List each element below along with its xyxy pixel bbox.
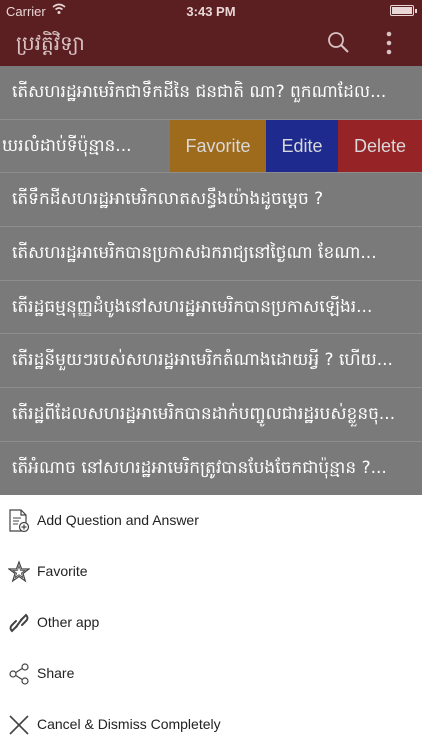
list-item[interactable]: តើទឹកដីសហរដ្ឋអាមេរិកលាតសន្ធឹងយ៉ាងដូចម្តេ… [0, 173, 422, 228]
list-item[interactable]: តើរដ្ឋធម្មនុញ្ញដំបូងនៅសហរដ្ឋអាមេរិកបានប្… [0, 280, 422, 335]
list-item[interactable]: តើរដ្ឋនីមួយៗរបស់សហរដ្ឋអាមេរិកតំណាងដោយអ្វ… [0, 334, 422, 389]
status-bar: Carrier 3:43 PM [0, 0, 422, 22]
question-text: តើអំណាច នៅសហរដ្ឋអាមេរិកត្រូវបានបែងចែកជាប… [12, 457, 387, 478]
question-text: តើទឹកដីសហរដ្ឋអាមេរិកលាតសន្ធឹងយ៉ាងដូចម្តេ… [12, 189, 324, 210]
list-item[interactable]: តើសហរដ្ឋអាមេរិកបានប្រកាសឯករាជ្យនៅថ្ងៃណា … [0, 227, 422, 281]
delete-button[interactable]: Delete [338, 119, 422, 173]
more-options-icon[interactable] [382, 30, 396, 56]
edit-button[interactable]: Edite [266, 119, 338, 173]
option-label: Other app [37, 614, 100, 630]
search-icon[interactable] [326, 30, 350, 54]
add-question-answer-option[interactable]: Add Question and Answer [0, 495, 422, 546]
clock: 3:43 PM [186, 4, 236, 19]
page-title: ប្រវត្តិវិទ្យា [16, 31, 85, 55]
list-item[interactable]: តើរដ្ឋពីដែលសហរដ្ឋអាមេរិកបានដាក់បញ្ចូលជារ… [0, 388, 422, 442]
question-text: តើរដ្ឋធម្មនុញ្ញដំបូងនៅសហរដ្ឋអាមេរិកបានប្… [12, 296, 373, 317]
star-icon [8, 560, 30, 583]
question-text: តើសហរដ្ឋអាមេរិកជាទឹកដីនៃ ជនជាតិ ណា? ពួកណ… [12, 82, 387, 102]
favorite-option[interactable]: Favorite [0, 546, 422, 597]
option-label: Add Question and Answer [37, 512, 199, 528]
option-label: Favorite [37, 563, 88, 579]
battery-icon [390, 5, 417, 16]
other-app-option[interactable]: Other app [0, 597, 422, 648]
question-text: តើរដ្ឋនីមួយៗរបស់សហរដ្ឋអាមេរិកតំណាងដោយអ្វ… [12, 350, 393, 371]
share-option[interactable]: Share [0, 648, 422, 699]
question-text: ឃរលំដាប់ទីប៉ុន្មាន... [2, 135, 132, 156]
list-item-swiped[interactable]: ឃរលំដាប់ទីប៉ុន្មាន... Favorite Edite Del… [0, 119, 422, 174]
list-item[interactable]: តើអំណាច នៅសហរដ្ឋអាមេរិកត្រូវបានបែងចែកជាប… [0, 441, 422, 496]
swipe-actions: Favorite Edite Delete [170, 119, 422, 173]
favorite-button[interactable]: Favorite [170, 119, 266, 173]
cancel-option[interactable]: Cancel & Dismiss Completely [0, 699, 422, 750]
option-label: Cancel & Dismiss Completely [37, 716, 221, 732]
question-text: តើសហរដ្ឋអាមេរិកបានប្រកាសឯករាជ្យនៅថ្ងៃណា … [12, 243, 377, 264]
option-label: Share [37, 665, 75, 681]
share-icon [9, 663, 29, 685]
list-item[interactable]: តើសហរដ្ឋអាមេរិកជាទឹកដីនៃ ជនជាតិ ណា? ពួកណ… [0, 66, 422, 120]
question-text: តើរដ្ឋពីដែលសហរដ្ឋអាមេរិកបានដាក់បញ្ចូលជារ… [12, 404, 396, 425]
add-document-icon [9, 509, 30, 533]
close-icon [9, 715, 29, 735]
action-sheet: Add Question and Answer Favorite Other a… [0, 495, 422, 750]
question-list: តើសហរដ្ឋអាមេរិកជាទឹកដីនៃ ជនជាតិ ណា? ពួកណ… [0, 66, 422, 496]
link-icon [9, 613, 29, 633]
navigation-bar: ប្រវត្តិវិទ្យា [0, 22, 422, 66]
